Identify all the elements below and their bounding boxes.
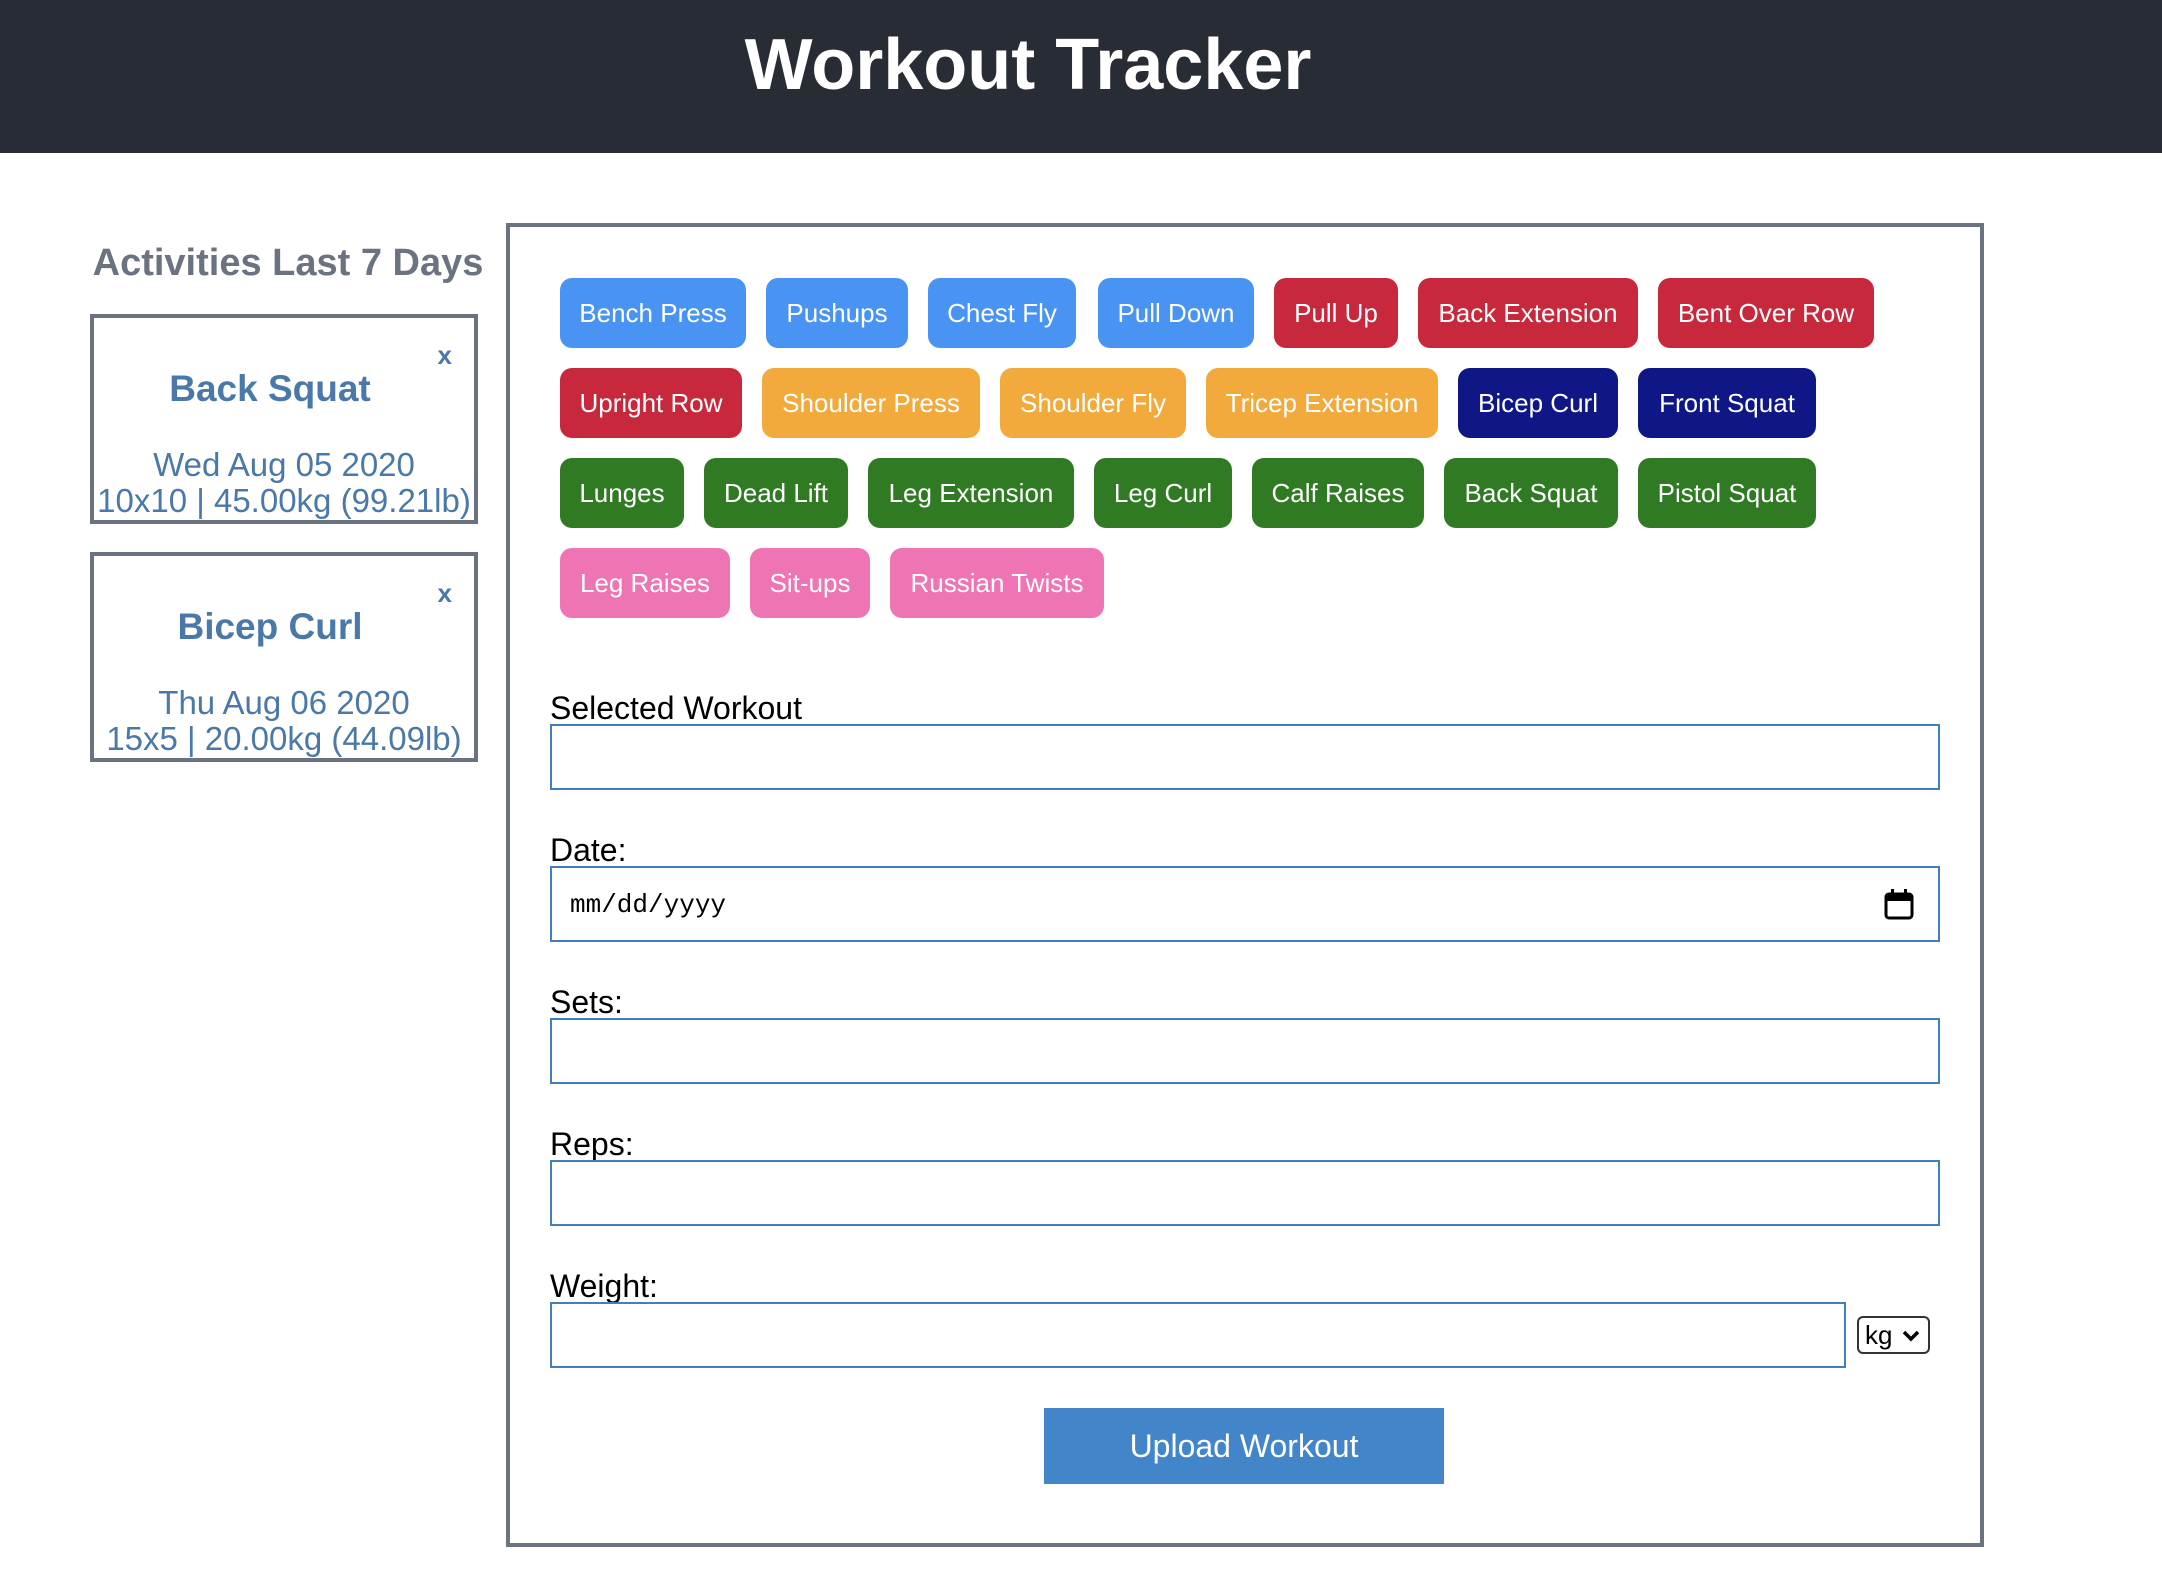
workout-button-pull-up[interactable]: Pull Up — [1274, 278, 1398, 348]
activity-name: Back Squat — [169, 368, 371, 409]
date-label: Date: — [550, 832, 627, 868]
workout-button-bicep-curl[interactable]: Bicep Curl — [1458, 368, 1618, 438]
workout-button-shoulder-press[interactable]: Shoulder Press — [762, 368, 980, 438]
remove-activity-button[interactable]: x — [438, 578, 452, 609]
workout-button-pistol-squat[interactable]: Pistol Squat — [1638, 458, 1816, 528]
sets-input[interactable] — [550, 1018, 1940, 1084]
workout-button-dead-lift[interactable]: Dead Lift — [704, 458, 848, 528]
activity-detail: 10x10 | 45.00kg (99.21lb) — [97, 482, 471, 519]
workout-button-back-extension[interactable]: Back Extension — [1418, 278, 1638, 348]
sidebar-title: Activities Last 7 Days — [92, 242, 484, 284]
workout-button-front-squat[interactable]: Front Squat — [1638, 368, 1816, 438]
date-input[interactable]: mm/dd/yyyy — [550, 866, 1940, 942]
workout-button-leg-raises[interactable]: Leg Raises — [560, 548, 730, 618]
activity-card: x Back Squat Wed Aug 05 2020 10x10 | 45.… — [90, 314, 478, 524]
workout-button-pull-down[interactable]: Pull Down — [1098, 278, 1254, 348]
workout-button-lunges[interactable]: Lunges — [560, 458, 684, 528]
activity-date: Wed Aug 05 2020 — [153, 446, 415, 483]
workout-button-tricep-extension[interactable]: Tricep Extension — [1206, 368, 1438, 438]
workout-button-chest-fly[interactable]: Chest Fly — [928, 278, 1076, 348]
remove-activity-button[interactable]: x — [438, 340, 452, 371]
sets-label: Sets: — [550, 984, 623, 1020]
workout-button-back-squat[interactable]: Back Squat — [1444, 458, 1618, 528]
workout-button-shoulder-fly[interactable]: Shoulder Fly — [1000, 368, 1186, 438]
selected-workout-input[interactable] — [550, 724, 1940, 790]
reps-label: Reps: — [550, 1126, 634, 1162]
activity-detail: 15x5 | 20.00kg (44.09lb) — [106, 720, 462, 757]
chevron-down-icon — [1902, 1330, 1920, 1342]
calendar-icon[interactable] — [1884, 888, 1914, 920]
weight-input[interactable] — [550, 1302, 1846, 1368]
activity-card: x Bicep Curl Thu Aug 06 2020 15x5 | 20.0… — [90, 552, 478, 762]
unit-selected-value: kg — [1865, 1320, 1893, 1350]
unit-select[interactable]: kg — [1857, 1316, 1930, 1354]
activity-date: Thu Aug 06 2020 — [158, 684, 410, 721]
workout-button-upright-row[interactable]: Upright Row — [560, 368, 742, 438]
selected-workout-label: Selected Workout — [550, 690, 802, 726]
workout-button-calf-raises[interactable]: Calf Raises — [1252, 458, 1424, 528]
workout-button-russian-twists[interactable]: Russian Twists — [890, 548, 1104, 618]
date-placeholder: mm/dd/yyyy — [570, 890, 727, 920]
workout-button-bench-press[interactable]: Bench Press — [560, 278, 746, 348]
workout-button-leg-curl[interactable]: Leg Curl — [1094, 458, 1232, 528]
workout-button-leg-extension[interactable]: Leg Extension — [868, 458, 1074, 528]
workout-button-bent-over-row[interactable]: Bent Over Row — [1658, 278, 1874, 348]
weight-label: Weight: — [550, 1268, 658, 1304]
app-title: Workout Tracker — [744, 25, 1312, 105]
workout-button-pushups[interactable]: Pushups — [766, 278, 908, 348]
upload-workout-button[interactable]: Upload Workout — [1044, 1408, 1444, 1484]
app-header: Workout Tracker — [0, 0, 2162, 153]
reps-input[interactable] — [550, 1160, 1940, 1226]
activity-name: Bicep Curl — [177, 606, 363, 647]
workout-button-sit-ups[interactable]: Sit-ups — [750, 548, 870, 618]
